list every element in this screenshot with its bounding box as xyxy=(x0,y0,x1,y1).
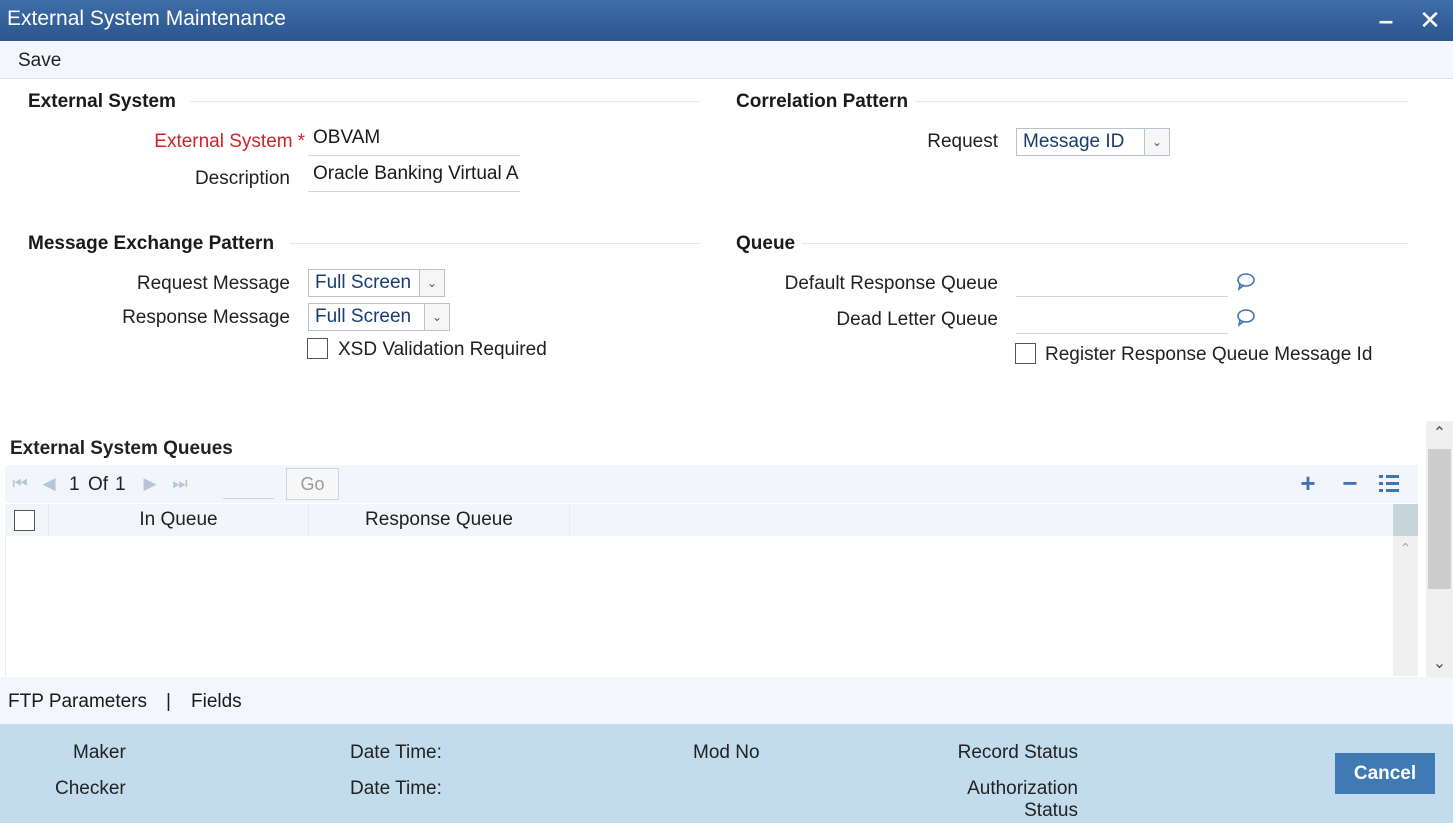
scroll-down-icon[interactable]: ⌄ xyxy=(1426,653,1453,675)
lov-search-icon[interactable] xyxy=(1236,308,1256,328)
column-header-response-queue[interactable]: Response Queue xyxy=(309,504,570,536)
title-bar: External System Maintenance – ✕ xyxy=(0,0,1453,41)
page-total: 1 xyxy=(115,474,126,495)
section-title-message-exchange: Message Exchange Pattern xyxy=(28,233,275,254)
ftp-parameters-link[interactable]: FTP Parameters xyxy=(8,691,147,713)
close-icon[interactable]: ✕ xyxy=(1412,2,1448,38)
record-status-label: Record Status xyxy=(957,742,1078,763)
description-field[interactable]: Oracle Banking Virtual A xyxy=(308,160,520,192)
scroll-up-icon[interactable]: ⌃ xyxy=(1426,423,1453,445)
page-scrollbar[interactable]: ⌃ ⌄ xyxy=(1426,421,1453,677)
go-button[interactable]: Go xyxy=(286,468,339,500)
first-page-icon[interactable]: ⏮ xyxy=(10,474,30,494)
default-response-queue-field[interactable] xyxy=(1016,265,1228,297)
mod-no-label: Mod No xyxy=(693,742,760,763)
request-label: Request xyxy=(927,131,998,152)
external-system-label: External System * xyxy=(154,131,305,152)
section-divider xyxy=(290,243,700,244)
dead-letter-queue-label: Dead Letter Queue xyxy=(836,309,998,330)
page-current: 1 xyxy=(69,474,80,495)
select-all-cell xyxy=(5,504,49,536)
request-message-select[interactable]: Full Screen ⌄ xyxy=(308,269,445,297)
add-row-icon[interactable]: + xyxy=(1295,470,1321,497)
chevron-down-icon[interactable]: ⌄ xyxy=(424,304,449,330)
section-title-external-system: External System xyxy=(28,91,176,112)
save-button[interactable]: Save xyxy=(18,50,61,72)
link-separator: | xyxy=(166,691,171,712)
grid-header: In Queue Response Queue xyxy=(5,504,1418,536)
authorization-status-label-line2: Status xyxy=(1024,800,1078,821)
section-divider xyxy=(915,101,1408,102)
chevron-down-icon[interactable]: ⌄ xyxy=(419,270,444,296)
last-page-icon[interactable]: ⏭ xyxy=(170,474,190,494)
external-system-field[interactable]: OBVAM xyxy=(308,124,520,156)
checker-date-time-label: Date Time: xyxy=(350,778,442,799)
previous-page-icon[interactable]: ◀ xyxy=(39,474,59,494)
chevron-up-icon[interactable]: ⌃ xyxy=(1397,540,1414,557)
grid-body xyxy=(5,536,1418,676)
required-marker: * xyxy=(297,131,305,152)
select-all-checkbox[interactable] xyxy=(14,510,35,531)
description-label: Description xyxy=(194,168,290,189)
column-header-in-queue[interactable]: In Queue xyxy=(49,504,309,536)
fields-link[interactable]: Fields xyxy=(191,691,242,713)
delete-row-icon[interactable]: − xyxy=(1337,470,1363,497)
pager: ⏮ ◀ 1 Of 1 ▶ ⏭ Go + − xyxy=(5,465,1418,503)
maker-label: Maker xyxy=(73,742,126,763)
xsd-validation-label: XSD Validation Required xyxy=(338,339,547,360)
request-message-value: Full Screen xyxy=(315,272,412,293)
checker-label: Checker xyxy=(55,778,126,799)
page-number-input[interactable] xyxy=(223,471,274,499)
grid-scroll-header xyxy=(1393,504,1418,536)
section-title-correlation-pattern: Correlation Pattern xyxy=(736,91,909,112)
request-select[interactable]: Message ID ⌄ xyxy=(1016,128,1170,156)
next-page-icon[interactable]: ▶ xyxy=(140,474,160,494)
response-message-label: Response Message xyxy=(122,307,290,328)
section-divider xyxy=(802,243,1408,244)
dead-letter-queue-field[interactable] xyxy=(1016,302,1228,334)
request-message-label: Request Message xyxy=(136,273,290,294)
list-view-icon[interactable] xyxy=(1378,473,1400,495)
default-response-queue-label: Default Response Queue xyxy=(784,273,998,294)
xsd-validation-checkbox[interactable] xyxy=(307,338,328,359)
grid-scrollbar[interactable]: ⌃ xyxy=(1393,504,1418,676)
register-response-checkbox[interactable] xyxy=(1015,343,1036,364)
lov-search-icon[interactable] xyxy=(1236,272,1256,292)
audit-footer: Maker Checker Date Time: Date Time: Mod … xyxy=(0,724,1453,823)
register-response-label: Register Response Queue Message Id xyxy=(1045,344,1373,365)
page-of: Of xyxy=(88,474,109,495)
window-title: External System Maintenance xyxy=(7,7,286,30)
grid-title: External System Queues xyxy=(10,438,233,459)
authorization-status-label-line1: Authorization xyxy=(967,778,1078,799)
cancel-button[interactable]: Cancel xyxy=(1335,753,1435,794)
toolbar: Save xyxy=(0,41,1453,79)
scroll-thumb[interactable] xyxy=(1428,449,1451,589)
section-divider xyxy=(190,101,700,102)
subscreen-links: FTP Parameters | Fields xyxy=(0,677,1453,724)
section-title-queue: Queue xyxy=(736,233,796,254)
minimize-icon[interactable]: – xyxy=(1368,2,1404,38)
request-select-value: Message ID xyxy=(1023,131,1125,152)
chevron-down-icon[interactable]: ⌄ xyxy=(1144,129,1169,155)
maker-date-time-label: Date Time: xyxy=(350,742,442,763)
response-message-value: Full Screen xyxy=(315,306,412,327)
response-message-select[interactable]: Full Screen ⌄ xyxy=(308,303,450,331)
